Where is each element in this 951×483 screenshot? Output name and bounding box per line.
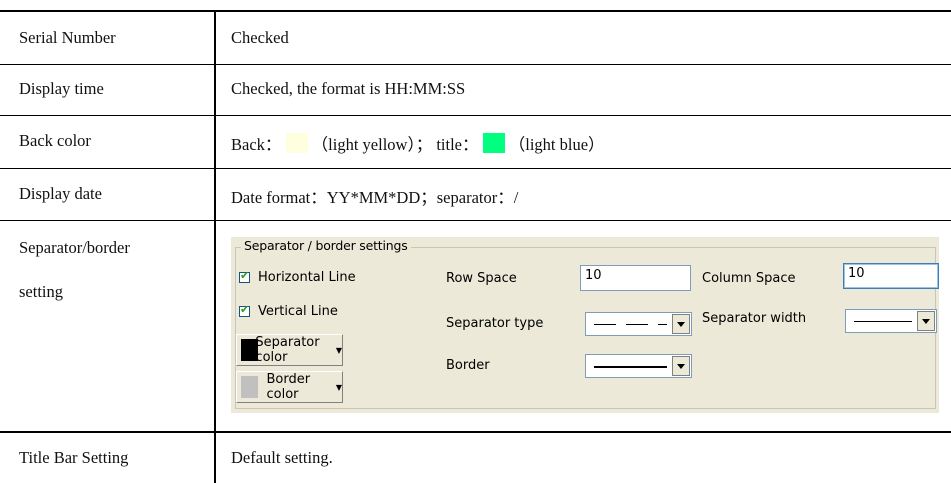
- row-value-title-bar: Default setting.: [231, 448, 333, 467]
- row-label-serial-number: Serial Number: [19, 28, 116, 47]
- checkbox-checked-icon: [239, 269, 250, 283]
- back-prefix: Back：: [231, 135, 282, 154]
- column-space-label: Column Space: [702, 271, 796, 286]
- dropdown-arrow-icon[interactable]: [672, 356, 690, 376]
- thin-line-preview: [854, 321, 912, 322]
- row-label-title-bar: Title Bar Setting: [19, 448, 129, 467]
- separator-width-select[interactable]: [845, 309, 937, 333]
- row-label-display-date: Display date: [19, 184, 102, 203]
- separator-color-button[interactable]: Separator color ▼: [236, 334, 343, 366]
- row-divider: [0, 64, 951, 65]
- dropdown-arrow-icon: ▼: [335, 345, 342, 355]
- checkbox-checked-icon: [239, 303, 250, 317]
- horizontal-line-checkbox[interactable]: Horizontal Line: [239, 269, 356, 285]
- border-label: Border: [446, 358, 490, 373]
- dashed-line-preview: [594, 324, 667, 325]
- row-label-separator-border-line1: Separator/border: [19, 238, 130, 257]
- row-divider: [0, 220, 951, 221]
- horizontal-line-label: Horizontal Line: [258, 270, 356, 285]
- row-label-display-time: Display time: [19, 79, 104, 98]
- border-color-button[interactable]: Border color ▼: [236, 371, 343, 403]
- groupbox-legend: Separator / border settings: [241, 238, 411, 253]
- table-top-rule: [0, 10, 951, 12]
- column-space-input[interactable]: 10: [843, 263, 939, 289]
- light-yellow-swatch: [285, 133, 308, 153]
- separator-border-panel: Separator / border settings Horizontal L…: [231, 237, 939, 413]
- row-label-separator-border-line2: setting: [19, 282, 63, 301]
- border-color-swatch: [241, 376, 259, 398]
- dropdown-arrow-icon[interactable]: [917, 311, 935, 331]
- row-label-back-color: Back color: [19, 131, 91, 150]
- row-space-input[interactable]: 10: [580, 265, 691, 291]
- vertical-line-label: Vertical Line: [258, 304, 338, 319]
- back-color-name: （light yellow）；: [311, 135, 433, 154]
- row-space-label: Row Space: [446, 271, 517, 286]
- vertical-line-checkbox[interactable]: Vertical Line: [239, 303, 338, 319]
- dropdown-arrow-icon: ▼: [335, 382, 342, 392]
- title-prefix: title：: [432, 135, 479, 154]
- row-divider: [0, 168, 951, 169]
- separator-width-label: Separator width: [702, 311, 807, 326]
- row-value-back-color: Back： （light yellow）； title： （light blue…: [231, 131, 605, 155]
- dropdown-arrow-icon[interactable]: [672, 314, 690, 334]
- thick-line-preview: [594, 366, 667, 368]
- row-value-serial-number: Checked: [231, 28, 289, 47]
- border-select[interactable]: [585, 354, 692, 378]
- row-value-display-date: Date format：YY*MM*DD；separator：/: [231, 188, 519, 207]
- separator-type-label: Separator type: [446, 316, 544, 331]
- column-divider: [214, 10, 216, 483]
- title-color-name: （light blue）: [508, 135, 605, 154]
- row-divider: [0, 115, 951, 116]
- separator-type-select[interactable]: [585, 312, 692, 336]
- row-value-display-time: Checked, the format is HH:MM:SS: [231, 79, 466, 98]
- light-blue-swatch: [482, 133, 505, 153]
- row-divider: [0, 431, 951, 433]
